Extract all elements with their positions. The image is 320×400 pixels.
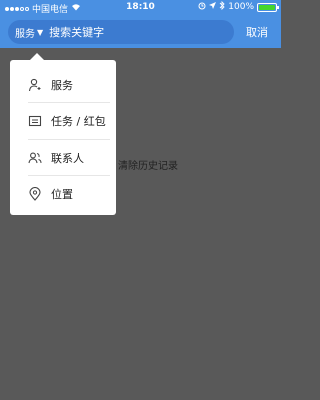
menu-item-task[interactable]: 任务 / 红包 bbox=[10, 103, 116, 139]
search-scope-label: 服务 bbox=[15, 28, 35, 40]
contacts-icon bbox=[28, 151, 42, 165]
search-scope-selector[interactable]: 服务 ▼ bbox=[15, 25, 43, 40]
clear-history-label: 清除历史记录 bbox=[118, 161, 178, 172]
caret-down-icon: ▼ bbox=[37, 27, 44, 37]
menu-item-location[interactable]: 位置 bbox=[10, 176, 116, 212]
location-icon bbox=[28, 187, 42, 201]
battery-percent: 100% bbox=[228, 2, 254, 12]
status-bar: 中国电信 18:10 100% bbox=[0, 0, 281, 15]
status-right: 100% bbox=[198, 0, 279, 13]
menu-item-label: 位置 bbox=[51, 188, 73, 201]
menu-item-label: 服务 bbox=[51, 79, 73, 92]
menu-item-contacts[interactable]: 联系人 bbox=[10, 140, 116, 176]
menu-item-service[interactable]: 服务 bbox=[10, 67, 116, 103]
cancel-button[interactable]: 取消 bbox=[246, 24, 268, 40]
alarm-icon bbox=[198, 2, 206, 13]
task-icon bbox=[28, 114, 42, 128]
search-bar[interactable]: 服务 ▼ 搜索关键字 bbox=[8, 20, 234, 44]
location-arrow-icon bbox=[209, 2, 217, 12]
battery-fill bbox=[259, 4, 275, 10]
menu-item-label: 联系人 bbox=[51, 152, 84, 165]
search-scope-menu: 服务 任务 / 红包 联系人 位置 bbox=[10, 53, 116, 215]
search-input[interactable]: 搜索关键字 bbox=[49, 24, 104, 40]
menu-item-label: 任务 / 红包 bbox=[51, 115, 106, 128]
service-icon bbox=[28, 78, 42, 92]
battery-icon bbox=[257, 2, 279, 12]
bluetooth-icon bbox=[219, 0, 225, 13]
